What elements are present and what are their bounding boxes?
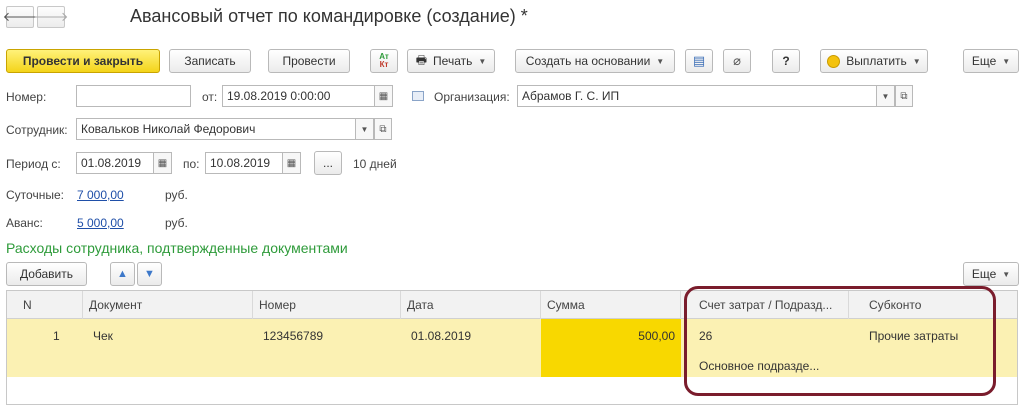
employee-label: Сотрудник:	[6, 123, 68, 137]
help-button[interactable]: ?	[772, 49, 800, 73]
chevron-down-icon: ▼	[656, 56, 665, 66]
organization-dropdown[interactable]: ▼	[877, 85, 895, 107]
days-count: 10 дней	[353, 157, 397, 171]
more-button[interactable]: Еще ▼	[963, 49, 1019, 73]
coin-icon	[827, 54, 841, 68]
employee-open-button[interactable]: ⧉	[374, 118, 392, 140]
pay-label: Выплатить	[846, 54, 907, 68]
row-document[interactable]: Чек	[93, 329, 113, 343]
calendar-button[interactable]: ▦	[375, 85, 393, 107]
column-header-n[interactable]: N	[7, 291, 83, 319]
structure-button[interactable]: ▤	[685, 49, 713, 73]
organization-open-button[interactable]: ⧉	[895, 85, 913, 107]
open-icon: ⧉	[379, 123, 387, 135]
move-up-button[interactable]: ▲	[110, 262, 135, 286]
post-and-close-button[interactable]: Провести и закрыть	[6, 49, 160, 73]
post-button[interactable]: Провести	[268, 49, 350, 73]
number-field[interactable]	[76, 85, 191, 107]
create-based-label: Создать на основании	[525, 54, 651, 68]
row-date[interactable]: 01.08.2019	[411, 329, 471, 343]
arrow-right-icon: 🡒	[33, 9, 69, 24]
from-label: от:	[202, 90, 218, 104]
calendar-icon: ▦	[286, 157, 297, 169]
period-to-label: по:	[183, 157, 200, 171]
period-select-button[interactable]: ...	[314, 151, 342, 175]
column-header-sum[interactable]: Сумма	[541, 291, 681, 319]
section-title: Расходы сотрудника, подтвержденные докум…	[6, 240, 348, 256]
create-based-on-button[interactable]: Создать на основании ▼	[515, 49, 675, 73]
paperclip-icon: ⌀	[733, 53, 741, 68]
organization-field[interactable]: Абрамов Г. С. ИП	[517, 85, 877, 107]
row-doc-number[interactable]: 123456789	[263, 329, 323, 343]
more-label: Еще	[971, 54, 997, 68]
table-more-button[interactable]: Еще ▼	[963, 262, 1019, 286]
print-button[interactable]: 🖶 Печать ▼	[407, 49, 495, 73]
chevron-down-icon: ▼	[912, 56, 921, 66]
table-more-label: Еще	[971, 267, 997, 281]
row-sum-cell[interactable]: 500,00	[541, 319, 681, 377]
back-button[interactable]: 🡐	[3, 6, 37, 28]
organization-icon	[412, 91, 424, 101]
move-down-button[interactable]: ▼	[137, 262, 162, 286]
add-button[interactable]: Добавить	[6, 262, 87, 286]
column-header-document[interactable]: Документ	[83, 291, 253, 319]
arrow-down-icon: ▼	[144, 268, 155, 280]
chevron-down-icon: ▼	[1002, 56, 1011, 66]
calendar-icon: ▦	[378, 90, 389, 102]
pay-button[interactable]: Выплатить ▼	[820, 49, 928, 73]
employee-field[interactable]: Ковальков Николай Федорович	[76, 118, 356, 140]
chevron-down-icon: ▼	[881, 91, 890, 101]
advance-label: Аванс:	[6, 216, 43, 230]
highlight-annotation	[684, 286, 996, 396]
column-header-date[interactable]: Дата	[401, 291, 541, 319]
daily-allowance-link[interactable]: 7 000,00	[77, 188, 124, 202]
organization-label: Организация:	[434, 90, 510, 104]
period-from-field[interactable]: 01.08.2019	[76, 152, 154, 174]
dt-kt-icon-bottom: Кт	[379, 60, 389, 69]
date-field[interactable]: 19.08.2019 0:00:00	[222, 85, 375, 107]
calendar-icon: ▦	[157, 157, 168, 169]
attach-button[interactable]: ⌀	[723, 49, 751, 73]
arrow-up-icon: ▲	[117, 268, 128, 280]
daily-allowance-label: Суточные:	[6, 188, 64, 202]
chevron-down-icon: ▼	[360, 124, 369, 134]
print-label: Печать	[433, 54, 473, 68]
number-label: Номер:	[6, 90, 47, 104]
chevron-down-icon: ▼	[478, 56, 487, 66]
open-icon: ⧉	[900, 90, 908, 102]
employee-dropdown[interactable]: ▼	[356, 118, 374, 140]
row-number: 1	[53, 329, 60, 343]
row-sum: 500,00	[638, 329, 675, 343]
document-structure-icon: ▤	[692, 53, 706, 68]
chevron-down-icon: ▼	[1002, 269, 1011, 279]
column-header-number[interactable]: Номер	[253, 291, 401, 319]
period-to-calendar[interactable]: ▦	[283, 152, 301, 174]
daily-allowance-unit: руб.	[165, 188, 188, 202]
advance-link[interactable]: 5 000,00	[77, 216, 124, 230]
period-from-label: Период с:	[6, 157, 61, 171]
arrow-left-icon: 🡐	[2, 9, 38, 24]
printer-icon: 🖶	[415, 52, 428, 67]
save-button[interactable]: Записать	[169, 49, 251, 73]
forward-button[interactable]: 🡒	[34, 6, 68, 28]
window-title: Авансовый отчет по командировке (создани…	[130, 6, 528, 26]
period-from-calendar[interactable]: ▦	[154, 152, 172, 174]
advance-unit: руб.	[165, 216, 188, 230]
dt-kt-button[interactable]: Ат Кт	[370, 49, 398, 73]
period-to-field[interactable]: 10.08.2019	[205, 152, 283, 174]
